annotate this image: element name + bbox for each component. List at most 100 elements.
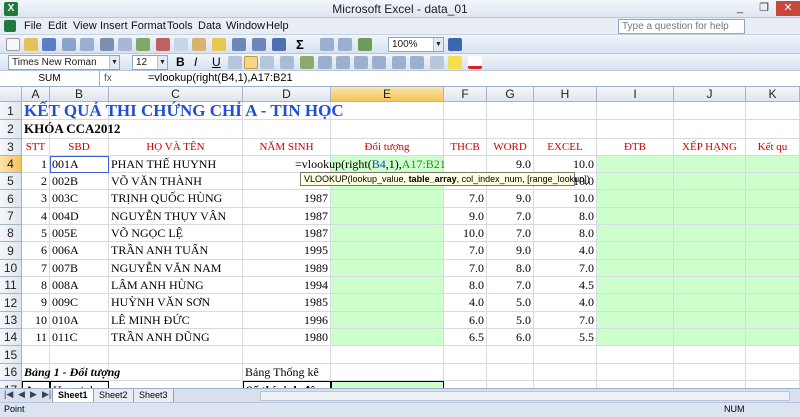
cell[interactable]	[331, 346, 444, 364]
cell[interactable]	[746, 364, 800, 381]
cell[interactable]	[674, 294, 746, 312]
name-cell[interactable]: LÂM ANH HÙNG	[109, 277, 243, 294]
cell[interactable]	[746, 156, 800, 173]
name-box[interactable]: SUM	[0, 71, 100, 86]
row-header-9[interactable]: 9	[0, 242, 22, 260]
minimize-button[interactable]: _	[728, 1, 752, 16]
column-header-G[interactable]: G	[487, 87, 534, 102]
tab-scroll-prev-icon[interactable]: ◀	[18, 389, 25, 400]
save-icon[interactable]	[42, 38, 56, 51]
word-cell[interactable]: 5.0	[487, 312, 534, 329]
autosum-button[interactable]: Σ	[296, 37, 304, 52]
excel-cell[interactable]: 8.0	[534, 208, 597, 225]
column-header-A[interactable]: A	[22, 87, 50, 102]
permission-icon[interactable]	[62, 38, 76, 51]
close-button[interactable]: ✕	[776, 1, 800, 16]
column-title[interactable]: WORD	[487, 139, 534, 156]
name-cell[interactable]: TRẦN ANH TUẤN	[109, 242, 243, 260]
row-header-13[interactable]: 13	[0, 312, 22, 329]
cell[interactable]	[534, 120, 597, 139]
word-cell[interactable]: 5.0	[487, 294, 534, 312]
stt-cell[interactable]: 11	[22, 329, 50, 346]
row-header-14[interactable]: 14	[0, 329, 22, 346]
sbd-cell[interactable]: 004D	[50, 208, 109, 225]
help-icon[interactable]	[448, 38, 462, 51]
cell[interactable]	[444, 102, 487, 120]
stats-title[interactable]: Bảng Thống kê	[243, 364, 393, 381]
cell[interactable]	[597, 120, 674, 139]
sort-descending-icon[interactable]	[338, 38, 352, 51]
cell[interactable]	[50, 346, 109, 364]
cell[interactable]	[331, 242, 444, 260]
cell[interactable]	[674, 190, 746, 208]
name-cell[interactable]: TRỊNH QUỐC HÙNG	[109, 190, 243, 208]
cell[interactable]	[331, 190, 444, 208]
year-cell[interactable]: 1989	[243, 260, 331, 277]
name-cell[interactable]: NGUYỄN VĂN NAM	[109, 260, 243, 277]
tab-sheet1[interactable]: Sheet1	[52, 389, 94, 403]
thcb-cell[interactable]: 6.0	[444, 312, 487, 329]
cell[interactable]	[331, 225, 444, 242]
cell[interactable]	[444, 120, 487, 139]
cell[interactable]	[674, 120, 746, 139]
help-search-input[interactable]: Type a question for help	[618, 19, 745, 34]
row-header-12[interactable]: 12	[0, 294, 22, 312]
cell[interactable]	[597, 242, 674, 260]
excel-cell[interactable]: 10.0	[534, 190, 597, 208]
word-cell[interactable]: 9.0	[487, 156, 534, 173]
thcb-cell[interactable]: 10.0	[444, 225, 487, 242]
excel-cell[interactable]: 7.0	[534, 312, 597, 329]
stt-cell[interactable]: 3	[22, 190, 50, 208]
sbd-cell[interactable]: 007B	[50, 260, 109, 277]
stt-cell[interactable]: 9	[22, 294, 50, 312]
cut-icon[interactable]	[156, 38, 170, 51]
name-cell[interactable]: HUỲNH VĂN SƠN	[109, 294, 243, 312]
menu-data[interactable]: Data	[198, 20, 221, 32]
cell[interactable]	[746, 312, 800, 329]
cell[interactable]	[746, 277, 800, 294]
column-title[interactable]: STT	[22, 139, 50, 156]
cell[interactable]	[597, 346, 674, 364]
menu-tools[interactable]: Tools	[167, 20, 193, 32]
year-cell[interactable]: 1987	[243, 190, 331, 208]
column-header-C[interactable]: C	[109, 87, 243, 102]
cell[interactable]	[746, 225, 800, 242]
thcb-cell[interactable]: 7.0	[444, 242, 487, 260]
column-title[interactable]: HỌ VÀ TÊN	[109, 139, 243, 156]
stt-cell[interactable]: 6	[22, 242, 50, 260]
row-header-3[interactable]: 3	[0, 139, 22, 156]
sbd-cell[interactable]: 011C	[50, 329, 109, 346]
cell[interactable]	[22, 346, 50, 364]
cell[interactable]	[746, 102, 800, 120]
merge-center-icon[interactable]	[280, 56, 294, 69]
align-center-icon[interactable]	[244, 56, 258, 69]
font-name-select[interactable]: Times New Roman ▼	[8, 55, 120, 70]
italic-button[interactable]: I	[194, 55, 197, 69]
cell[interactable]	[597, 312, 674, 329]
hyperlink-icon[interactable]	[272, 38, 286, 51]
name-cell[interactable]: NGUYỄN THỤY VÂN	[109, 208, 243, 225]
cell[interactable]	[746, 120, 800, 139]
cell[interactable]	[243, 120, 331, 139]
sbd-cell[interactable]: 006A	[50, 242, 109, 260]
column-header-D[interactable]: D	[243, 87, 331, 102]
cell[interactable]	[674, 312, 746, 329]
active-editing-cell[interactable]: =vlookup(right(B4,1),A17:B21	[293, 156, 483, 173]
cell[interactable]	[597, 260, 674, 277]
cell[interactable]	[597, 102, 674, 120]
cell[interactable]	[331, 277, 444, 294]
menu-view[interactable]: View	[73, 20, 97, 32]
row-header-8[interactable]: 8	[0, 225, 22, 242]
cell[interactable]	[487, 364, 534, 381]
cell[interactable]	[331, 312, 444, 329]
cell[interactable]	[746, 242, 800, 260]
excel-cell[interactable]: 8.0	[534, 225, 597, 242]
word-cell[interactable]: 7.0	[487, 225, 534, 242]
stt-cell[interactable]: 4	[22, 208, 50, 225]
currency-icon[interactable]	[300, 56, 314, 69]
format-painter-icon[interactable]	[212, 38, 226, 51]
print-icon[interactable]	[100, 38, 114, 51]
column-header-I[interactable]: I	[597, 87, 674, 102]
cell[interactable]	[746, 173, 800, 190]
sbd-cell[interactable]: 010A	[50, 312, 109, 329]
